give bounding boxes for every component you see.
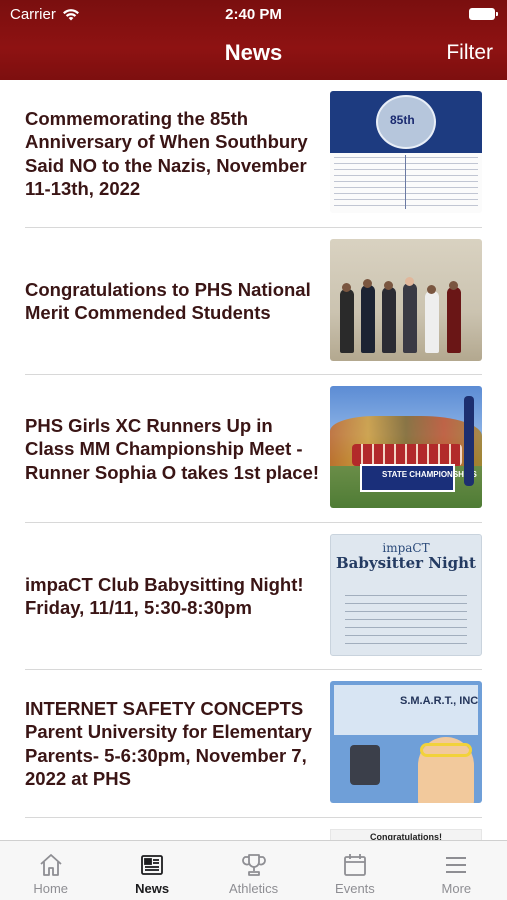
tab-label: Athletics (228, 881, 279, 896)
news-item[interactable]: Congratulations! (0, 818, 507, 841)
news-title: impaCT Club Babysitting Night! Friday, 1… (25, 573, 304, 619)
news-item[interactable]: impaCT Club Babysitting Night! Friday, 1… (0, 523, 507, 670)
news-item[interactable]: PHS Girls XC Runners Up in Class MM Cham… (0, 375, 507, 523)
news-list[interactable]: Commemorating the 85th Anniversary of Wh… (0, 80, 507, 840)
news-item[interactable]: Commemorating the 85th Anniversary of Wh… (0, 80, 507, 228)
news-item[interactable]: INTERNET SAFETY CONCEPTS Parent Universi… (0, 670, 507, 818)
tab-events[interactable]: Events (304, 841, 405, 900)
news-title: Congratulations to PHS National Merit Co… (25, 278, 311, 324)
news-thumbnail: S.M.A.R.T., INC (330, 681, 482, 803)
news-title: PHS Girls XC Runners Up in Class MM Cham… (25, 414, 320, 483)
news-thumbnail: Congratulations! (330, 828, 482, 841)
page-title: News (224, 40, 283, 65)
tab-news[interactable]: News (101, 841, 202, 900)
tab-home[interactable]: Home (0, 841, 101, 900)
app-header: Carrier 2:40 PM News Filter (0, 0, 507, 80)
home-icon (40, 854, 62, 876)
news-thumbnail: 85th (330, 91, 482, 213)
tab-bar: Home News Athletics Events More (0, 840, 507, 900)
thumbnail-banner-text: STATE CHAMPIONSHIPS (382, 470, 477, 479)
tab-athletics[interactable]: Athletics (203, 841, 304, 900)
news-thumbnail: impaCT Babysitter Night (330, 533, 482, 656)
newspaper-icon (141, 855, 164, 875)
battery-icon (469, 8, 498, 20)
tab-label: Events (335, 881, 375, 896)
clock: 2:40 PM (225, 6, 282, 23)
news-title: INTERNET SAFETY CONCEPTS Parent Universi… (25, 697, 312, 790)
tab-label: More (441, 881, 472, 896)
calendar-icon (344, 854, 366, 876)
thumbnail-subheading: Babysitter Night (335, 553, 476, 572)
thumbnail-heading: Congratulations! (370, 831, 442, 841)
news-thumbnail (330, 238, 482, 361)
filter-button[interactable]: Filter (446, 41, 493, 65)
news-title: Commemorating the 85th Anniversary of Wh… (25, 107, 308, 200)
tab-label: News (135, 881, 170, 896)
menu-icon (446, 857, 467, 873)
tab-more[interactable]: More (406, 841, 507, 900)
tab-label: Home (33, 881, 69, 896)
thumbnail-badge-text: 85th (390, 113, 415, 127)
news-item[interactable]: Congratulations to PHS National Merit Co… (0, 228, 507, 375)
status-bar: Carrier 2:40 PM (0, 0, 507, 30)
news-thumbnail: STATE CHAMPIONSHIPS (330, 386, 482, 508)
trophy-icon (241, 854, 266, 876)
thumbnail-heading: S.M.A.R.T., INC (400, 695, 479, 707)
thumbnail-heading: impaCT (382, 540, 430, 555)
